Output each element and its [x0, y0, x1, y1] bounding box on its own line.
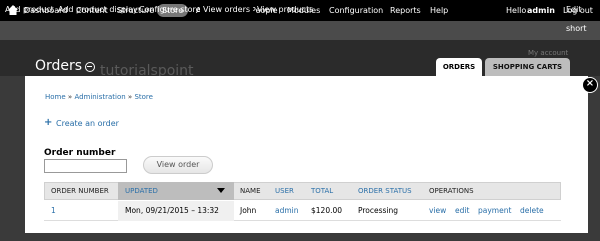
edit-shortcuts-link[interactable]: Edit short [566, 0, 600, 33]
column-updated[interactable]: UPDATED [125, 182, 158, 200]
tab-orders[interactable]: ORDERS [436, 58, 482, 76]
order-number-input[interactable] [44, 159, 127, 173]
shortcut-add-product-display[interactable]: Add product display [58, 0, 138, 19]
cell-name: John [240, 206, 257, 215]
order-number-label: Order number [44, 148, 116, 158]
shortcuts-bar [0, 21, 600, 40]
operation-payment[interactable]: payment [478, 201, 511, 221]
shortcut-view-products[interactable]: View products [257, 0, 313, 19]
column-name: NAME [240, 187, 261, 195]
cell-user[interactable]: admin [275, 201, 299, 221]
column-total[interactable]: TOTAL [311, 182, 333, 200]
shortcut-view-orders[interactable]: View orders [200, 2, 254, 17]
breadcrumb: Home » Administration » Store [45, 93, 153, 101]
toolbar-reports[interactable]: Reports [390, 0, 421, 21]
column-order-number: ORDER NUMBER [51, 187, 109, 195]
page-title: Orders [35, 58, 83, 74]
create-order-link[interactable]: Create an order [56, 119, 119, 128]
collapse-icon[interactable] [85, 62, 95, 72]
plus-icon: + [44, 117, 53, 128]
cell-order-number[interactable]: 1 [51, 201, 56, 221]
username-link[interactable]: admin [527, 0, 555, 21]
shortcut-add-product[interactable]: Add product [5, 0, 54, 19]
column-user[interactable]: USER [275, 182, 294, 200]
operation-view[interactable]: view [429, 201, 446, 221]
shortcut-configure-store[interactable]: Configure store [139, 0, 201, 19]
operation-delete[interactable]: delete [520, 201, 544, 221]
breadcrumb-administration[interactable]: Administration [74, 93, 125, 101]
cell-updated: Mon, 09/21/2015 – 13:32 [125, 206, 219, 215]
view-order-button[interactable]: View order [143, 156, 213, 174]
breadcrumb-separator: » [127, 93, 133, 101]
greeting-prefix: Hello [506, 6, 527, 15]
column-order-status[interactable]: ORDER STATUS [358, 182, 412, 200]
breadcrumb-store[interactable]: Store [134, 93, 153, 101]
breadcrumb-home[interactable]: Home [45, 93, 66, 101]
cell-total: $120.00 [311, 206, 343, 215]
toolbar-help[interactable]: Help [430, 0, 448, 21]
sort-desc-icon[interactable] [217, 188, 225, 193]
my-account-link[interactable]: My account [528, 49, 568, 57]
toolbar-configuration[interactable]: Configuration [329, 0, 383, 21]
column-operations: OPERATIONS [429, 187, 474, 195]
operation-edit[interactable]: edit [455, 201, 469, 221]
close-icon[interactable]: × [582, 77, 598, 93]
tab-shopping-carts[interactable]: SHOPPING CARTS [485, 58, 570, 76]
breadcrumb-separator: » [67, 93, 73, 101]
cell-status: Processing [358, 206, 399, 215]
